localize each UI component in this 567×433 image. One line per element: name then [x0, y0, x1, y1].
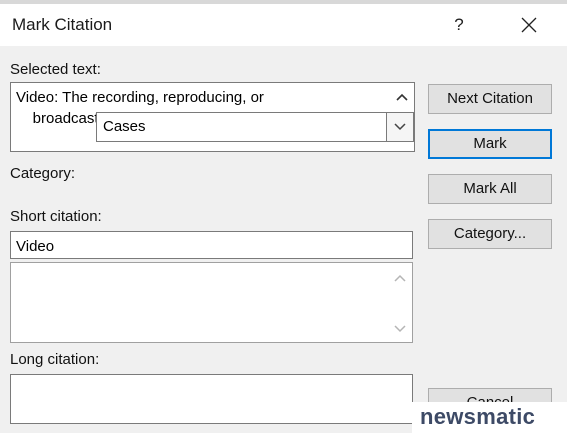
- dialog-title: Mark Citation: [12, 15, 113, 34]
- scroll-up-button[interactable]: [388, 269, 412, 287]
- short-citation-list[interactable]: [10, 262, 413, 343]
- close-icon: [521, 17, 537, 33]
- mark-button[interactable]: Mark: [428, 129, 552, 159]
- selected-text-label: Selected text:: [10, 61, 101, 78]
- dropdown-arrow-icon: [394, 123, 406, 131]
- long-citation-input[interactable]: [10, 374, 413, 424]
- scroll-down-button[interactable]: [388, 320, 412, 338]
- next-citation-button[interactable]: Next Citation: [428, 84, 552, 114]
- help-button[interactable]: ?: [444, 10, 474, 40]
- mark-all-button[interactable]: Mark All: [428, 174, 552, 204]
- short-citation-label: Short citation:: [10, 208, 102, 225]
- short-citation-scrollbar[interactable]: [388, 263, 412, 342]
- watermark-text: newsmatic: [420, 404, 536, 429]
- selected-text-line: Video: The recording, reproducing, or: [16, 89, 264, 106]
- close-button[interactable]: [512, 10, 546, 40]
- short-citation-value: Video: [16, 238, 55, 255]
- chevron-down-icon: [394, 325, 406, 333]
- category-button[interactable]: Category...: [428, 219, 552, 249]
- chevron-up-icon: [394, 274, 406, 282]
- category-label: Category:: [10, 165, 76, 182]
- category-dropdown-button[interactable]: [386, 113, 413, 141]
- dialog-titlebar: Mark Citation ?: [0, 4, 567, 46]
- long-citation-label: Long citation:: [10, 351, 100, 368]
- scroll-up-button[interactable]: [390, 88, 414, 106]
- chevron-up-icon: [396, 93, 408, 101]
- category-value: Cases: [103, 118, 146, 135]
- category-select[interactable]: Cases: [96, 112, 414, 142]
- watermark: newsmatic: [412, 402, 567, 433]
- short-citation-input[interactable]: Video: [10, 231, 413, 259]
